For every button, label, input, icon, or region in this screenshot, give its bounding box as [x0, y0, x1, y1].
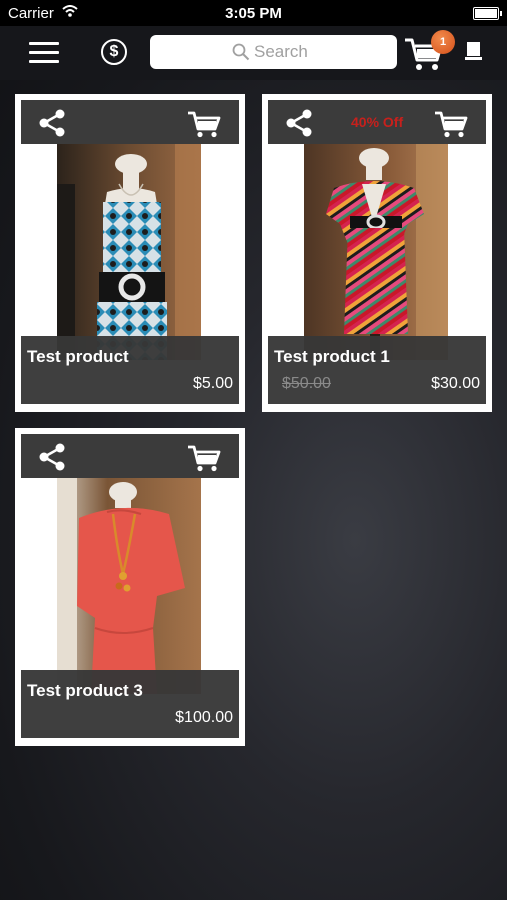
- search-icon: [232, 43, 250, 61]
- product-image[interactable]: [304, 144, 448, 360]
- card-action-bar: 40% Off: [268, 100, 486, 144]
- card-action-bar: [21, 100, 239, 144]
- product-price: $30.00: [431, 375, 480, 392]
- dollar-icon[interactable]: $: [101, 39, 127, 65]
- product-info: Test product $5.00: [21, 336, 239, 404]
- product-info: Test product 1 $50.00 $30.00: [268, 336, 486, 404]
- product-price: $100.00: [175, 709, 233, 726]
- add-to-cart-icon[interactable]: [434, 110, 468, 138]
- search-box[interactable]: [150, 35, 397, 69]
- share-icon[interactable]: [284, 108, 314, 138]
- cart-count-badge: 1: [431, 30, 455, 54]
- battery-icon: [473, 7, 502, 20]
- card-action-bar: [21, 434, 239, 478]
- product-image[interactable]: [57, 144, 201, 360]
- search-input[interactable]: [254, 39, 384, 65]
- discount-label: 40% Off: [351, 114, 404, 130]
- product-card[interactable]: 40% Off Test product 1 $50.00 $30.00: [262, 94, 492, 412]
- menu-icon[interactable]: [29, 42, 59, 64]
- nav-bar: $ 1: [0, 26, 507, 80]
- product-old-price: $50.00: [282, 375, 331, 392]
- product-info: Test product 3 $100.00: [21, 670, 239, 738]
- status-time: 3:05 PM: [225, 5, 282, 22]
- product-card[interactable]: Test product $5.00: [15, 94, 245, 412]
- product-price: $5.00: [192, 375, 233, 392]
- share-icon[interactable]: [37, 108, 67, 138]
- product-image[interactable]: [57, 478, 201, 694]
- product-name: Test product 1: [274, 347, 390, 366]
- add-to-cart-icon[interactable]: [187, 110, 221, 138]
- product-card[interactable]: Test product 3 $100.00: [15, 428, 245, 746]
- add-to-cart-icon[interactable]: [187, 444, 221, 472]
- book-icon[interactable]: [465, 42, 482, 60]
- product-name: Test product 3: [27, 681, 143, 700]
- share-icon[interactable]: [37, 442, 67, 472]
- status-bar: Carrier 3:05 PM: [0, 0, 507, 26]
- product-name: Test product: [27, 347, 129, 366]
